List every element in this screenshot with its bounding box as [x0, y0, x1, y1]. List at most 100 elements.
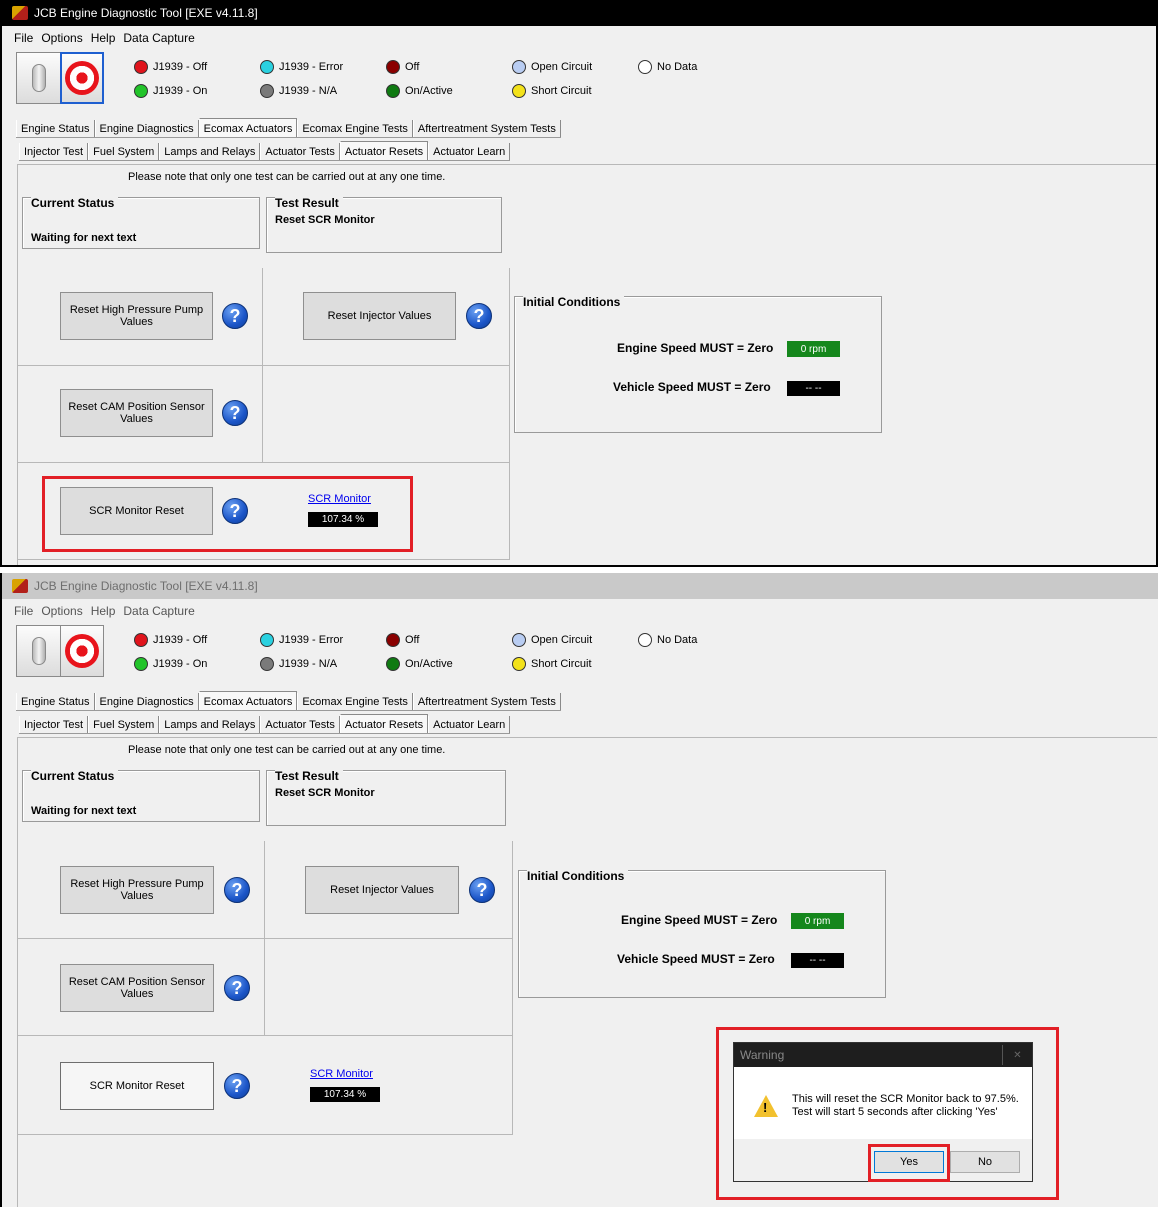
screenshot-after: JCB Engine Diagnostic Tool [EXE v4.11.8]… — [0, 573, 1158, 1207]
reset-injector-button[interactable]: Reset Injector Values — [303, 292, 456, 340]
menu-options[interactable]: Options — [41, 31, 82, 45]
scr-monitor-reset-button[interactable]: SCR Monitor Reset — [60, 1062, 214, 1110]
test-result-value: Reset SCR Monitor — [275, 787, 375, 799]
tab-actuator-learn[interactable]: Actuator Learn — [428, 143, 511, 160]
tab-engine-diagnostics[interactable]: Engine Diagnostics — [94, 693, 199, 710]
tab-actuator-resets[interactable]: Actuator Resets — [339, 141, 429, 160]
tab-aftertreatment-system-tests[interactable]: Aftertreatment System Tests — [412, 693, 561, 710]
menu-data-capture[interactable]: Data Capture — [123, 31, 194, 45]
status-dot-icon — [260, 657, 274, 671]
reset-high-pressure-pump-button[interactable]: Reset High Pressure Pump Values — [60, 292, 213, 340]
reset-injector-button[interactable]: Reset Injector Values — [305, 866, 459, 914]
menu-help[interactable]: Help — [91, 31, 116, 45]
tab-engine-diagnostics[interactable]: Engine Diagnostics — [94, 120, 199, 137]
scr-monitor-link[interactable]: SCR Monitor — [310, 1068, 373, 1080]
menu-options[interactable]: Options — [41, 604, 82, 618]
tab-aftertreatment-system-tests[interactable]: Aftertreatment System Tests — [412, 120, 561, 137]
close-icon[interactable]: ✕ — [1002, 1045, 1032, 1065]
window-title: JCB Engine Diagnostic Tool [EXE v4.11.8] — [34, 579, 258, 593]
sub-tabs: Injector Test Fuel System Lamps and Rela… — [19, 714, 511, 734]
tab-actuator-resets[interactable]: Actuator Resets — [339, 714, 429, 733]
help-icon[interactable]: ? — [224, 975, 250, 1001]
tab-ecomax-engine-tests[interactable]: Ecomax Engine Tests — [297, 693, 413, 710]
reset-cam-position-sensor-button[interactable]: Reset CAM Position Sensor Values — [60, 389, 213, 437]
app-icon — [12, 6, 28, 20]
legend-item: J1939 - On — [134, 657, 207, 671]
tab-lamps-and-relays[interactable]: Lamps and Relays — [159, 716, 261, 733]
warning-dialog-title: Warning — [740, 1048, 785, 1062]
screenshot-before: JCB Engine Diagnostic Tool [EXE v4.11.8]… — [0, 0, 1158, 567]
status-dot-icon — [134, 60, 148, 74]
help-icon[interactable]: ? — [466, 303, 492, 329]
vehicle-speed-label: Vehicle Speed MUST = Zero — [613, 380, 771, 394]
one-test-note: Please note that only one test can be ca… — [128, 171, 446, 183]
status-dot-icon — [134, 633, 148, 647]
status-dot-icon — [512, 633, 526, 647]
tab-fuel-system[interactable]: Fuel System — [88, 716, 160, 733]
help-icon[interactable]: ? — [224, 877, 250, 903]
main-tabs: Engine Status Engine Diagnostics Ecomax … — [16, 691, 561, 711]
status-dot-icon — [260, 60, 274, 74]
highlight-box — [868, 1144, 950, 1182]
no-button[interactable]: No — [950, 1151, 1020, 1173]
initial-conditions-title: Initial Conditions — [523, 295, 625, 309]
main-tabs: Engine Status Engine Diagnostics Ecomax … — [16, 118, 561, 138]
status-dot-icon — [134, 657, 148, 671]
menu-file[interactable]: File — [14, 31, 33, 45]
legend-item: Open Circuit — [512, 633, 592, 647]
warning-message: This will reset the SCR Monitor back to … — [792, 1093, 1019, 1119]
status-legend: J1939 - Off J1939 - On J1939 - Error J19… — [2, 633, 762, 681]
tab-engine-status[interactable]: Engine Status — [16, 693, 95, 710]
status-dot-icon — [512, 84, 526, 98]
tab-ecomax-engine-tests[interactable]: Ecomax Engine Tests — [297, 120, 413, 137]
tab-fuel-system[interactable]: Fuel System — [88, 143, 160, 160]
tab-actuator-tests[interactable]: Actuator Tests — [260, 143, 340, 160]
legend-item: Open Circuit — [512, 60, 592, 74]
help-icon[interactable]: ? — [224, 1073, 250, 1099]
tab-engine-status[interactable]: Engine Status — [16, 120, 95, 137]
test-result-title: Test Result — [275, 769, 343, 783]
window-title: JCB Engine Diagnostic Tool [EXE v4.11.8] — [34, 6, 258, 20]
one-test-note: Please note that only one test can be ca… — [128, 744, 446, 756]
app-icon — [12, 579, 28, 593]
current-status-box: Current Status Waiting for next text — [22, 769, 260, 822]
legend-item: No Data — [638, 60, 697, 74]
menu-bar: File Options Help Data Capture — [2, 599, 1158, 623]
legend-item: J1939 - Off — [134, 60, 207, 74]
current-status-title: Current Status — [31, 196, 119, 210]
test-result-title: Test Result — [275, 196, 343, 210]
status-dot-icon — [638, 60, 652, 74]
status-dot-icon — [134, 84, 148, 98]
status-dot-icon — [512, 657, 526, 671]
current-status-value: Waiting for next text — [31, 232, 137, 244]
menu-data-capture[interactable]: Data Capture — [123, 604, 194, 618]
help-icon[interactable]: ? — [469, 877, 495, 903]
initial-conditions-box: Initial Conditions Engine Speed MUST = Z… — [518, 869, 886, 998]
tab-actuator-tests[interactable]: Actuator Tests — [260, 716, 340, 733]
test-result-value: Reset SCR Monitor — [275, 214, 375, 226]
legend-item: Short Circuit — [512, 657, 592, 671]
help-icon[interactable]: ? — [222, 400, 248, 426]
initial-conditions-box: Initial Conditions Engine Speed MUST = Z… — [514, 295, 882, 433]
menu-file[interactable]: File — [14, 604, 33, 618]
reset-cam-position-sensor-button[interactable]: Reset CAM Position Sensor Values — [60, 964, 214, 1012]
title-bar: JCB Engine Diagnostic Tool [EXE v4.11.8] — [2, 0, 1156, 26]
legend-item: J1939 - N/A — [260, 657, 337, 671]
menu-help[interactable]: Help — [91, 604, 116, 618]
engine-speed-label: Engine Speed MUST = Zero — [621, 913, 778, 927]
tab-injector-test[interactable]: Injector Test — [19, 143, 89, 160]
tab-injector-test[interactable]: Injector Test — [19, 716, 89, 733]
current-status-title: Current Status — [31, 769, 119, 783]
tab-actuator-learn[interactable]: Actuator Learn — [428, 716, 511, 733]
reset-high-pressure-pump-button[interactable]: Reset High Pressure Pump Values — [60, 866, 214, 914]
status-dot-icon — [260, 84, 274, 98]
status-dot-icon — [386, 84, 400, 98]
tab-ecomax-actuators[interactable]: Ecomax Actuators — [198, 691, 298, 710]
vehicle-speed-value: -- -- — [791, 953, 844, 968]
current-status-box: Current Status Waiting for next text — [22, 196, 260, 249]
tab-lamps-and-relays[interactable]: Lamps and Relays — [159, 143, 261, 160]
engine-speed-value: 0 rpm — [787, 341, 840, 357]
help-icon[interactable]: ? — [222, 303, 248, 329]
test-result-box: Test Result Reset SCR Monitor — [266, 196, 502, 253]
tab-ecomax-actuators[interactable]: Ecomax Actuators — [198, 118, 298, 137]
